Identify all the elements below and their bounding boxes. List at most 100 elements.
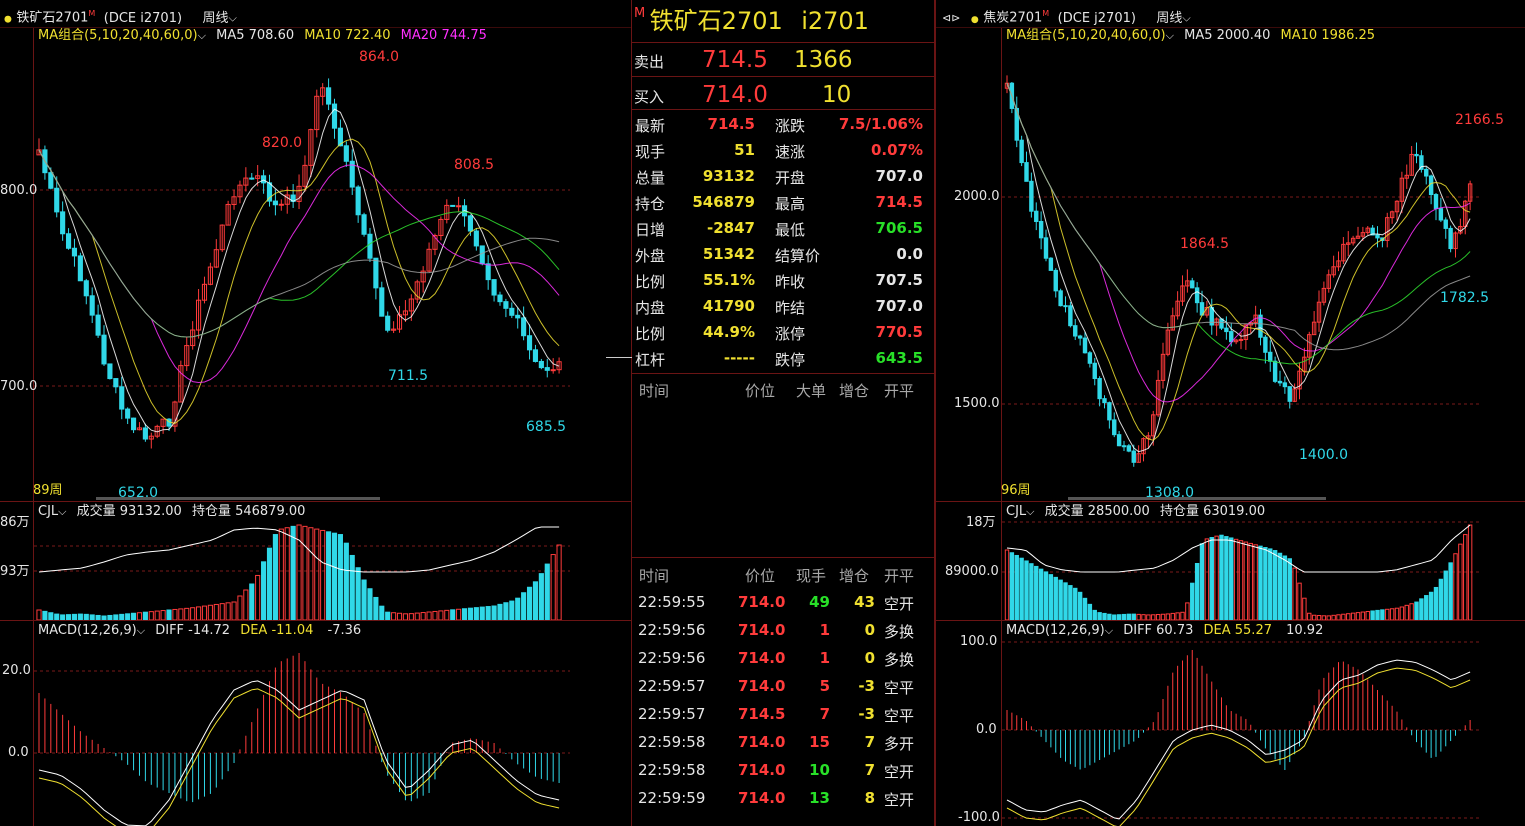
volume-bar: [184, 607, 190, 621]
tick-type: 空平: [884, 679, 915, 697]
volume-bar: [302, 525, 308, 621]
stat-value: 7.5/1.06%: [838, 115, 923, 133]
right-scrollbar[interactable]: [1068, 497, 1326, 500]
candle-body: [1350, 237, 1356, 244]
tick-row[interactable]: 22:59:57 714.5 7 -3 空平: [634, 700, 932, 728]
candle-body: [1355, 235, 1361, 239]
left-scrollbar[interactable]: [96, 497, 380, 500]
tick-oi: 43: [854, 593, 875, 611]
left-ytick-700: 700.0: [0, 379, 38, 394]
tick-row[interactable]: 22:59:58 714.0 15 7 多开: [634, 728, 932, 756]
right-peak-label: 2166.5: [1455, 112, 1504, 128]
left-kline-chart[interactable]: [0, 0, 632, 826]
stat-key: 比例: [635, 325, 666, 343]
chevron-down-icon[interactable]: ⌵: [1182, 12, 1190, 25]
candle-body: [1063, 305, 1068, 308]
tick-price: 714.0: [738, 733, 786, 751]
tick-row[interactable]: 22:59:57 714.0 5 -3 空平: [634, 672, 932, 700]
volume-bar: [1350, 612, 1356, 621]
tick-volume: 10: [809, 761, 830, 779]
volume-bar: [479, 606, 485, 621]
volume-bar: [1297, 582, 1302, 621]
volume-bar: [1224, 536, 1229, 621]
right-symbol-name[interactable]: 焦炭2701: [983, 11, 1042, 26]
volume-bar: [515, 597, 521, 621]
left-macd-label[interactable]: MACD(12,26,9): [38, 623, 137, 638]
right-main-sep: [936, 501, 1525, 502]
candle-body: [538, 360, 544, 369]
left-ma-legend: MA组合(5,10,20,40,60,0)⌵ MA5 708.60 MA10 7…: [38, 28, 487, 44]
tick-time: 22:59:56: [638, 649, 706, 667]
candle-body: [1292, 388, 1297, 402]
chevron-down-icon[interactable]: ⌵: [58, 505, 66, 518]
tick-row[interactable]: 22:59:56 714.0 1 0 多换: [634, 644, 932, 672]
left-macd-value: -7.36: [327, 623, 362, 638]
left-title-bar[interactable]: ● 铁矿石2701M (DCE i2701) 周线⌵: [4, 6, 237, 28]
left-symbol-name[interactable]: 铁矿石2701: [16, 11, 88, 26]
right-ma5: MA5 2000.40: [1184, 28, 1271, 43]
right-macd-label[interactable]: MACD(12,26,9): [1006, 623, 1105, 638]
candle-body: [1014, 107, 1019, 141]
right-macd-value: 10.92: [1286, 623, 1324, 638]
candle-body: [1404, 174, 1409, 179]
tick-row[interactable]: 22:59:56 714.0 1 0 多换: [634, 616, 932, 644]
tick-row[interactable]: 22:59:59 714.0 13 8 空开: [634, 784, 932, 812]
tick-price: 714.0: [738, 789, 786, 807]
stat-row: 比例 44.9% 涨停 770.5: [634, 319, 932, 345]
left-ytick-800: 800.0: [0, 183, 38, 198]
candle-body: [1277, 380, 1283, 384]
candle-body: [544, 367, 550, 371]
volume-bar: [1375, 609, 1380, 621]
buy-price: 714.0: [702, 82, 768, 108]
candle-body: [65, 233, 72, 249]
tick-row[interactable]: 22:59:58 714.0 10 7 空开: [634, 756, 932, 784]
right-macd-tick: -100.0: [958, 810, 1000, 825]
volume-bar: [326, 531, 332, 621]
volume-bar: [219, 603, 225, 621]
left-ma-combo[interactable]: MA组合(5,10,20,40,60,0): [38, 28, 198, 43]
volume-bar: [1238, 540, 1244, 621]
candle-body: [142, 427, 148, 440]
candle-body: [125, 408, 131, 419]
left-cjl-label[interactable]: CJL: [38, 504, 58, 519]
volume-bar: [414, 612, 420, 621]
left-diff: DIFF -14.72: [155, 623, 231, 638]
chevron-down-icon[interactable]: ⌵: [1105, 624, 1113, 637]
right-title-bar[interactable]: ⊲⊳ ● 焦炭2701M (DCE j2701) 周线⌵: [942, 6, 1191, 28]
right-ytick-2000: 2000.0: [954, 189, 1000, 204]
right-oi-value: 持仓量 63019.00: [1159, 504, 1266, 519]
volume-bar: [367, 588, 373, 621]
stat-row: 比例 55.1% 昨收 707.5: [634, 267, 932, 293]
volume-bar: [1024, 560, 1029, 621]
right-cjl-label[interactable]: CJL: [1006, 504, 1026, 519]
volume-bar: [1038, 568, 1044, 621]
volume-bar: [249, 583, 255, 621]
tick-time: 22:59:55: [638, 593, 706, 611]
tick-row[interactable]: 22:59:55 714.0 49 43 空开: [634, 588, 932, 616]
chevron-down-icon[interactable]: ⌵: [1166, 29, 1174, 42]
left-period-select[interactable]: 周线: [203, 11, 229, 26]
right-period-select[interactable]: 周线: [1156, 11, 1182, 26]
tick-price: 714.0: [738, 621, 786, 639]
candle-body: [107, 363, 113, 380]
left-oi-value: 持仓量 546879.00: [191, 504, 306, 519]
volume-bar: [213, 603, 219, 621]
volume-bar: [1170, 612, 1175, 621]
link-icon[interactable]: ⊲⊳: [942, 12, 960, 25]
candle-body: [1321, 287, 1327, 303]
chevron-down-icon[interactable]: ⌵: [198, 29, 206, 42]
buy-volume: 10: [822, 82, 852, 108]
volume-bar: [361, 579, 367, 621]
candle-body: [1282, 382, 1288, 388]
chevron-down-icon[interactable]: ⌵: [1026, 505, 1034, 518]
left-peak-label: 864.0: [359, 49, 400, 65]
stat-value: -----: [723, 349, 755, 367]
right-macd-tick: 0.0: [976, 722, 997, 737]
chevron-down-icon[interactable]: ⌵: [229, 12, 237, 25]
right-ma-combo[interactable]: MA组合(5,10,20,40,60,0): [1006, 28, 1166, 43]
volume-bar: [491, 605, 497, 621]
quote-name: 铁矿石2701: [649, 7, 783, 35]
candle-body: [272, 200, 278, 206]
volume-bar: [544, 563, 550, 621]
chevron-down-icon[interactable]: ⌵: [137, 624, 145, 637]
